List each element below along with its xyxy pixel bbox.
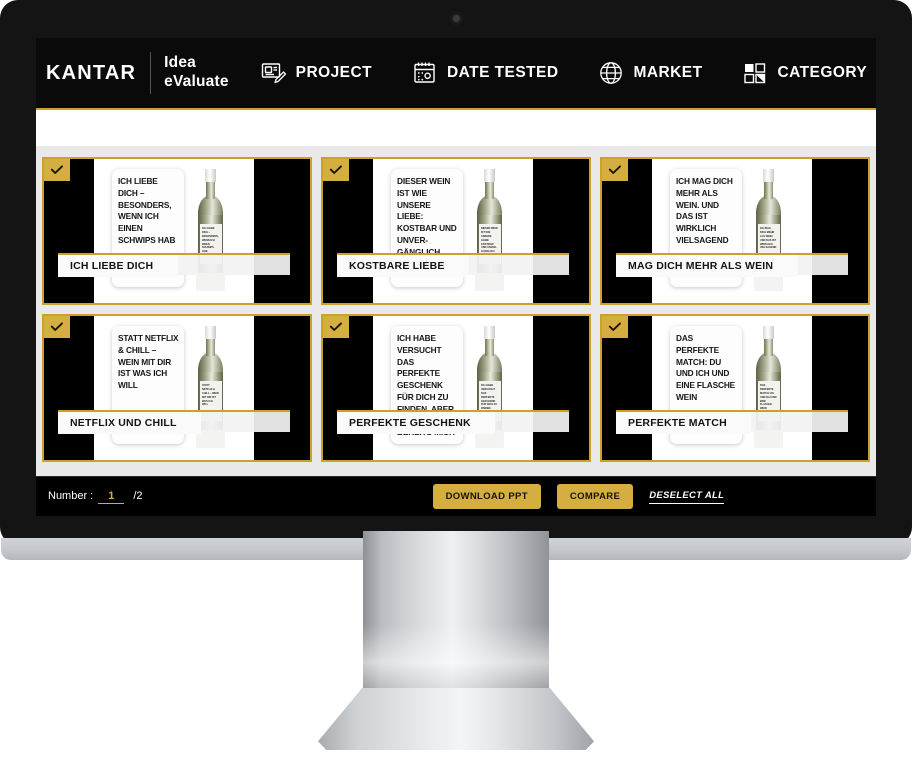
concept-card-2[interactable]: DIESER WEIN IST WIE UNSERE LIEBE: KOSTBA… bbox=[321, 157, 591, 305]
nav-item-date-tested[interactable]: DATE TESTED bbox=[412, 61, 558, 85]
card-title-plate: ICH LIEBE DICH bbox=[58, 255, 178, 277]
card-title-bar: NETFLIX UND CHILL bbox=[58, 410, 290, 434]
concept-grid-area: ICH LIEBE DICH – BESONDERS, WENN ICH EIN… bbox=[36, 146, 876, 476]
concept-headline: ICH MAG DICH MEHR ALS WEIN. UND DAS IST … bbox=[676, 176, 733, 245]
top-navigation-bar: KANTAR Idea eValuate PROJECT DATE TESTED… bbox=[36, 38, 876, 108]
check-icon bbox=[50, 322, 63, 331]
nav-item-category[interactable]: CATEGORY bbox=[742, 61, 867, 85]
card-select-checkbox[interactable] bbox=[602, 316, 628, 338]
card-select-checkbox[interactable] bbox=[323, 159, 349, 181]
concept-grid: ICH LIEBE DICH – BESONDERS, WENN ICH EIN… bbox=[42, 157, 870, 462]
bottle-label-text: ICH MAG DICH MEHR ALS WEIN. UND DAS IST … bbox=[760, 227, 777, 250]
nav-item-project[interactable]: PROJECT bbox=[261, 61, 372, 85]
category-grid-icon bbox=[742, 61, 768, 85]
card-title-plate: PERFEKTE MATCH bbox=[616, 412, 751, 434]
concept-card-6[interactable]: DAS PERFEKTE MATCH: DU UND ICH UND EINE … bbox=[600, 314, 870, 462]
concept-card-4[interactable]: STATT NETFLIX & CHILL – WEIN MIT DIR IST… bbox=[42, 314, 312, 462]
concept-headline: DIESER WEIN IST WIE UNSERE LIEBE: KOSTBA… bbox=[397, 176, 457, 257]
check-icon bbox=[608, 322, 621, 331]
project-icon bbox=[261, 61, 287, 85]
card-title: MAG DICH MEHR ALS WEIN bbox=[628, 260, 774, 272]
bottle-label-text: DIESER WEIN IST WIE UNSERE LIEBE: KOSTBA… bbox=[481, 227, 498, 254]
monitor-stand-neck bbox=[363, 531, 549, 694]
check-icon bbox=[50, 165, 63, 174]
concept-slide: DAS PERFEKTE MATCH: DU UND ICH UND EINE … bbox=[652, 316, 812, 460]
concept-slide: ICH MAG DICH MEHR ALS WEIN. UND DAS IST … bbox=[652, 159, 812, 303]
card-title-bar: PERFEKTE GESCHENK bbox=[337, 410, 569, 434]
check-icon bbox=[329, 165, 342, 174]
concept-slide: STATT NETFLIX & CHILL – WEIN MIT DIR IST… bbox=[94, 316, 254, 460]
concept-headline: ICH LIEBE DICH – BESONDERS, WENN ICH EIN… bbox=[118, 176, 176, 245]
calendar-icon bbox=[412, 61, 438, 85]
download-ppt-button[interactable]: DOWNLOAD PPT bbox=[432, 484, 541, 509]
card-title: ICH LIEBE DICH bbox=[70, 260, 154, 272]
compare-button[interactable]: COMPARE bbox=[556, 484, 634, 509]
card-select-checkbox[interactable] bbox=[44, 316, 70, 338]
card-title-plate: PERFEKTE GESCHENK bbox=[337, 412, 495, 434]
concept-slide: DIESER WEIN IST WIE UNSERE LIEBE: KOSTBA… bbox=[373, 159, 533, 303]
brand-kantar-logo: KANTAR bbox=[46, 61, 137, 84]
check-icon bbox=[329, 322, 342, 331]
page-number-input[interactable]: 1 bbox=[98, 490, 125, 504]
card-select-checkbox[interactable] bbox=[44, 159, 70, 181]
page-number-group: Number : 1 /2 bbox=[36, 490, 143, 504]
bar-actions: DOWNLOAD PPT COMPARE DESELECT ALL bbox=[432, 484, 725, 509]
bottle-label-text: STATT NETFLIX & CHILL – WEIN MIT DIR IST… bbox=[202, 384, 219, 407]
concept-card-3[interactable]: ICH MAG DICH MEHR ALS WEIN. UND DAS IST … bbox=[600, 157, 870, 305]
card-title-plate: MAG DICH MEHR ALS WEIN bbox=[616, 255, 798, 277]
screen: KANTAR Idea eValuate PROJECT DATE TESTED… bbox=[36, 38, 876, 516]
card-title-plate: NETFLIX UND CHILL bbox=[58, 412, 201, 434]
concept-headline: STATT NETFLIX & CHILL – WEIN MIT DIR IST… bbox=[118, 333, 179, 391]
card-title-plate: KOSTBARE LIEBE bbox=[337, 255, 469, 277]
card-select-checkbox[interactable] bbox=[323, 316, 349, 338]
concept-card-1[interactable]: ICH LIEBE DICH – BESONDERS, WENN ICH EIN… bbox=[42, 157, 312, 305]
nav-label-project: PROJECT bbox=[295, 64, 373, 81]
globe-icon bbox=[598, 61, 624, 85]
nav-label-date-tested: DATE TESTED bbox=[447, 64, 559, 81]
card-title-bar: KOSTBARE LIEBE bbox=[337, 253, 569, 277]
card-title-bar: ICH LIEBE DICH bbox=[58, 253, 290, 277]
concept-slide: ICH LIEBE DICH – BESONDERS, WENN ICH EIN… bbox=[94, 159, 254, 303]
bottle-label-text: DAS PERFEKTE MATCH: DU UND ICH UND EINE … bbox=[760, 384, 777, 411]
nav-label-category: CATEGORY bbox=[777, 64, 868, 81]
card-select-checkbox[interactable] bbox=[602, 159, 628, 181]
nav-item-market[interactable]: MARKET bbox=[598, 61, 702, 85]
application-window: KANTAR Idea eValuate PROJECT DATE TESTED… bbox=[36, 38, 876, 516]
card-title: NETFLIX UND CHILL bbox=[70, 417, 177, 429]
page-total-label: /2 bbox=[133, 489, 143, 502]
card-title: KOSTBARE LIEBE bbox=[349, 260, 445, 272]
brand-product-name: Idea eValuate bbox=[164, 54, 229, 90]
concept-card-5[interactable]: ICH HABE VERSUCHT DAS PERFEKTE GESCHENK … bbox=[321, 314, 591, 462]
card-title: PERFEKTE GESCHENK bbox=[349, 417, 471, 429]
bottle-label-text: ICH LIEBE DICH – BESONDERS, WENN ICH EIN… bbox=[202, 227, 219, 254]
bottom-action-bar: Number : 1 /2 DOWNLOAD PPT COMPARE DESEL… bbox=[36, 476, 876, 516]
number-label: Number : bbox=[48, 489, 94, 502]
monitor-stand-base bbox=[318, 688, 594, 750]
nav-label-market: MARKET bbox=[633, 64, 703, 81]
nav-items: PROJECT DATE TESTED MARKET CATEGORY bbox=[261, 61, 868, 85]
brand-lockup: KANTAR Idea eValuate bbox=[36, 52, 229, 94]
card-title-bar: MAG DICH MEHR ALS WEIN bbox=[616, 253, 848, 277]
webcam-icon bbox=[453, 15, 460, 22]
check-icon bbox=[608, 165, 621, 174]
deselect-all-link[interactable]: DESELECT ALL bbox=[649, 490, 725, 504]
filter-strip bbox=[36, 108, 876, 146]
monitor-frame: KANTAR Idea eValuate PROJECT DATE TESTED… bbox=[0, 0, 912, 545]
concept-headline: DAS PERFEKTE MATCH: DU UND ICH UND EINE … bbox=[676, 333, 736, 402]
card-title-bar: PERFEKTE MATCH bbox=[616, 410, 848, 434]
card-title: PERFEKTE MATCH bbox=[628, 417, 727, 429]
concept-slide: ICH HABE VERSUCHT DAS PERFEKTE GESCHENK … bbox=[373, 316, 533, 460]
